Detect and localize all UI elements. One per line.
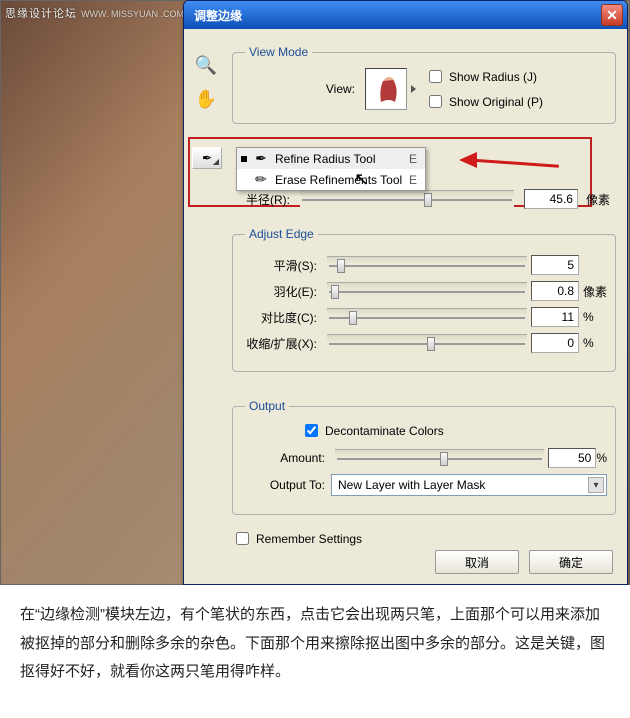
amount-slider[interactable] [335,449,544,467]
zoom-tool-icon[interactable]: 🔍 [194,53,218,77]
view-mode-legend: View Mode [245,45,312,59]
output-legend: Output [245,399,289,413]
radius-slider[interactable] [300,190,514,208]
radius-unit: 像素 [586,191,610,208]
shift-edge-row: 收缩/扩展(X): 0 % [245,333,607,353]
smooth-row: 平滑(S): 5 [245,255,607,275]
shift-edge-value-input[interactable]: 0 [531,333,579,353]
view-thumbnail[interactable] [365,68,407,110]
dialog-body: 🔍 ✋ View Mode View: Show R [184,29,627,584]
show-radius-checkbox[interactable]: Show Radius (J) [425,67,543,86]
output-to-row: Output To: New Layer with Layer Mask ▾ [245,474,607,496]
feather-slider[interactable] [327,282,527,300]
brush-icon: ✒ [202,151,212,165]
feather-value-input[interactable]: 0.8 [531,281,579,301]
smooth-slider[interactable] [327,256,527,274]
show-original-input[interactable] [429,95,442,108]
dropdown-arrow-icon[interactable] [411,85,416,93]
radius-row: 半径(R): 45.6 像素 [240,189,610,209]
show-original-checkbox[interactable]: Show Original (P) [425,92,543,111]
dropdown-icon: ▾ [588,477,604,493]
erase-refinements-icon: ✏ [253,171,269,188]
amount-label: Amount: [245,451,325,465]
brush-tool-flyout: ✒ Refine Radius Tool E ✏ Erase Refinemen… [236,147,426,191]
item-label: Refine Radius Tool [275,152,403,166]
watermark-bottom: PHOTOPS.COM [474,676,620,710]
erase-refinements-tool-item[interactable]: ✏ Erase Refinements Tool E [237,169,425,190]
tutorial-caption: 在“边缘检测”模块左边，有个笔状的东西，点击它会出现两只笔，上面那个可以用来添加… [0,585,630,718]
decontaminate-checkbox[interactable]: Decontaminate Colors [301,421,607,440]
remember-settings-checkbox[interactable]: Remember Settings [232,529,362,548]
contrast-row: 对比度(C): 11 % [245,307,607,327]
tool-column: 🔍 ✋ [194,53,224,121]
radius-value-input[interactable]: 45.6 [524,189,578,209]
flyout-indicator-icon: ◢ [213,157,219,166]
refine-radius-icon: ✒ [253,150,269,167]
item-hotkey: E [409,152,417,166]
dialog-button-row: 取消 确定 [435,550,613,574]
selected-indicator-icon [241,156,247,162]
item-label: Erase Refinements Tool [275,173,403,187]
remember-label: Remember Settings [256,532,362,546]
dialog-title: 调整边缘 [194,7,601,24]
feather-label: 羽化(E): [245,283,317,300]
refine-brush-tool-button[interactable]: ✒ ◢ [192,147,222,169]
contrast-unit: % [583,310,607,324]
show-original-label: Show Original (P) [449,95,543,109]
output-to-select[interactable]: New Layer with Layer Mask ▾ [331,474,607,496]
refine-radius-tool-item[interactable]: ✒ Refine Radius Tool E [237,148,425,169]
thumbnail-icon [369,72,403,106]
radius-label: 半径(R): [246,191,290,208]
amount-value-input[interactable]: 50 [548,448,596,468]
feather-unit: 像素 [583,283,607,300]
shift-edge-slider[interactable] [327,334,527,352]
contrast-label: 对比度(C): [245,309,317,326]
contrast-value-input[interactable]: 11 [531,307,579,327]
contrast-slider[interactable] [327,308,527,326]
amount-row: Amount: 50 % [245,448,607,468]
remember-input[interactable] [236,532,249,545]
decontaminate-input[interactable] [305,424,318,437]
cancel-button[interactable]: 取消 [435,550,519,574]
hand-tool-icon[interactable]: ✋ [194,87,218,111]
shift-edge-unit: % [583,336,607,350]
output-to-label: Output To: [245,478,325,492]
output-to-value: New Layer with Layer Mask [338,478,485,492]
adjust-edge-group: Adjust Edge 平滑(S): 5 羽化(E): 0.8 像素 对比度(C… [232,227,616,372]
show-radius-input[interactable] [429,70,442,83]
decontaminate-label: Decontaminate Colors [325,424,444,438]
close-button[interactable]: ✕ [601,4,623,26]
ok-button[interactable]: 确定 [529,550,613,574]
watermark-top: 思缘设计论坛 WWW. MISSYUAN .COM [5,5,184,21]
mouse-cursor-icon: ↖ [354,169,369,190]
feather-row: 羽化(E): 0.8 像素 [245,281,607,301]
titlebar[interactable]: 调整边缘 ✕ [184,1,627,29]
refine-edge-dialog: 调整边缘 ✕ 🔍 ✋ View Mode View: [183,0,628,585]
view-mode-group: View Mode View: Show Radius (J) [232,45,616,124]
adjust-edge-legend: Adjust Edge [245,227,318,241]
output-group: Output Decontaminate Colors Amount: 50 %… [232,399,616,515]
amount-unit: % [596,451,607,465]
shift-edge-label: 收缩/扩展(X): [245,335,317,352]
smooth-label: 平滑(S): [245,257,317,274]
show-radius-label: Show Radius (J) [449,70,537,84]
view-label: View: [245,82,355,96]
item-hotkey: E [409,173,417,187]
smooth-value-input[interactable]: 5 [531,255,579,275]
